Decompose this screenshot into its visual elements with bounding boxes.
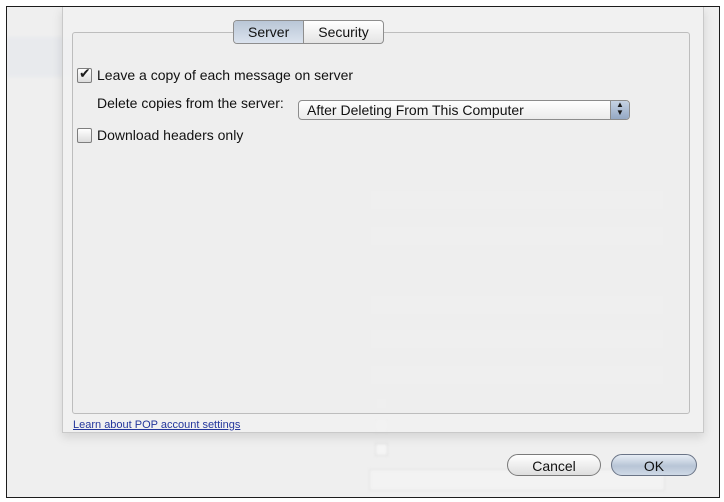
download-headers-checkbox[interactable]: [77, 127, 92, 143]
background-checkbox: [375, 443, 388, 456]
ok-button[interactable]: OK: [611, 454, 697, 476]
tab-bar: Server Security: [233, 20, 384, 44]
cancel-button[interactable]: Cancel: [507, 454, 601, 476]
delete-copies-row: Delete copies from the server:: [97, 95, 284, 111]
window-frame: Server Security ✔ Leave a copy of each m…: [6, 6, 720, 498]
learn-pop-settings-link[interactable]: Learn about POP account settings: [73, 419, 240, 431]
download-headers-label: Download headers only: [97, 127, 244, 143]
download-headers-row[interactable]: Download headers only: [77, 127, 243, 143]
delete-copies-select[interactable]: After Deleting From This Computer ▲ ▼: [298, 100, 630, 120]
leave-copy-row[interactable]: ✔ Leave a copy of each message on server: [77, 64, 354, 83]
settings-panel: [72, 32, 690, 414]
leave-copy-label: Leave a copy of each message on server: [97, 67, 354, 83]
delete-copies-label: Delete copies from the server:: [97, 95, 284, 111]
popup-arrows-icon: ▲ ▼: [610, 101, 629, 119]
leave-copy-checkbox[interactable]: ✔: [77, 64, 92, 83]
tab-server[interactable]: Server: [234, 21, 305, 43]
tab-security[interactable]: Security: [304, 21, 383, 43]
delete-copies-value: After Deleting From This Computer: [307, 102, 524, 118]
checkmark-icon: ✔: [79, 64, 91, 81]
